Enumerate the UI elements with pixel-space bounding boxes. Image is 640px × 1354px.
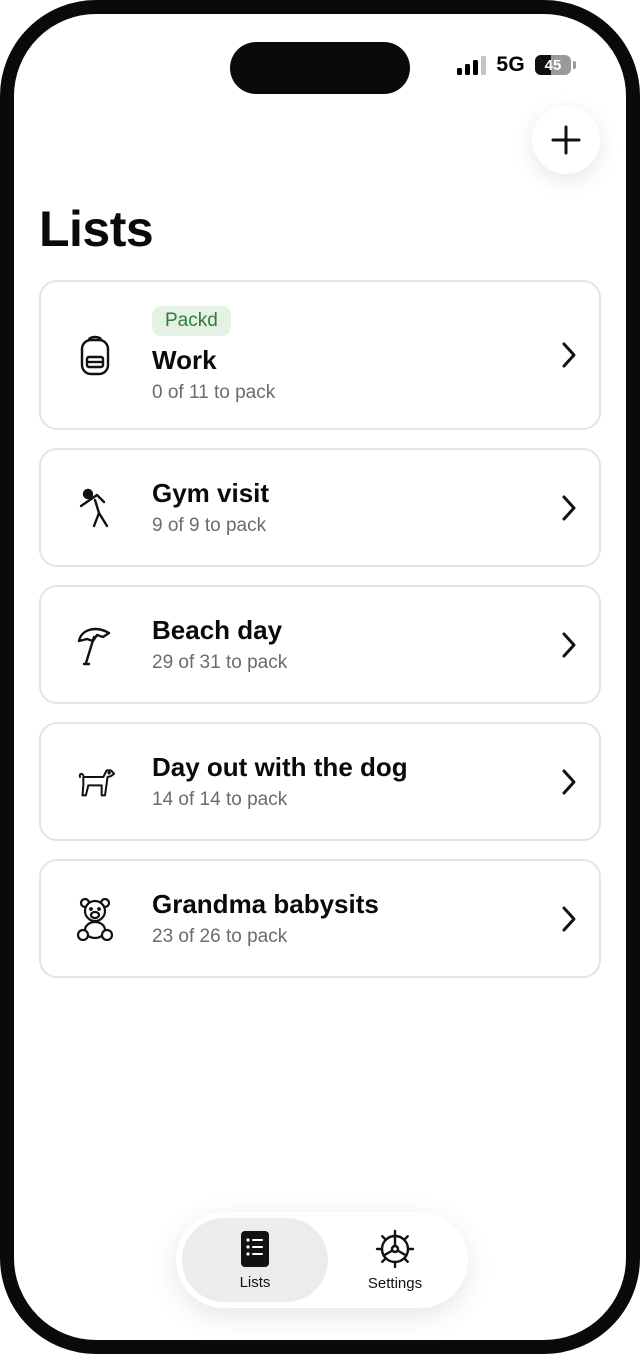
list-progress: 29 of 31 to pack [152,652,288,673]
list-title: Work [152,344,217,375]
chevron-right-icon [562,342,576,368]
tab-label: Settings [367,1274,423,1292]
list-title: Beach day [152,615,283,645]
cellular-signal-icon [457,55,487,75]
list-title: Gym visit [152,478,270,508]
chevron-right-icon [562,769,576,794]
page-title: Lists [39,201,154,257]
dynamic-island [230,42,410,94]
packing-lists: Packd Work 0 of 11 to pack Gym visit 9 o… [39,280,601,996]
battery-level: 45 [544,56,562,74]
chevron-right-icon [562,495,576,520]
list-card-beach-day[interactable]: Beach day 29 of 31 to pack [39,585,601,704]
phone-frame: 5G 45 Lists Packd Work 0 of 11 to pack G… [0,0,640,1354]
list-progress: 14 of 14 to pack [152,789,288,810]
battery-icon: 45 [535,55,571,75]
list-title: Grandma babysits [152,889,379,919]
list-progress: 0 of 11 to pack [152,381,276,403]
stretching-person-icon [75,486,115,530]
list-title: Day out with the dog [152,752,408,782]
dog-icon [75,760,115,804]
beach-umbrella-icon [75,623,115,667]
list-card-grandma-babysits[interactable]: Grandma babysits 23 of 26 to pack [39,859,601,978]
chevron-right-icon [562,632,576,657]
add-list-button[interactable] [532,106,600,174]
list-progress: 9 of 9 to pack [152,515,267,536]
list-progress: 23 of 26 to pack [152,926,288,947]
list-card-day-out-with-the-dog[interactable]: Day out with the dog 14 of 14 to pack [39,722,601,841]
tab-lists[interactable]: Lists [182,1218,328,1302]
list-book-icon [241,1230,269,1267]
backpack-icon [75,333,115,377]
gear-icon [375,1229,415,1268]
network-type: 5G [496,53,525,76]
battery-tip [573,61,576,69]
tab-settings[interactable]: Settings [328,1218,462,1302]
list-card-gym-visit[interactable]: Gym visit 9 of 9 to pack [39,448,601,567]
chevron-right-icon [562,906,576,931]
status-badge: Packd [152,305,231,336]
status-bar: 5G 45 [457,48,576,82]
tab-label: Lists [239,1273,271,1291]
teddy-bear-icon [75,897,115,941]
tab-bar: Lists Settings [176,1212,468,1308]
list-card-work[interactable]: Packd Work 0 of 11 to pack [39,280,601,430]
plus-icon [551,125,581,155]
